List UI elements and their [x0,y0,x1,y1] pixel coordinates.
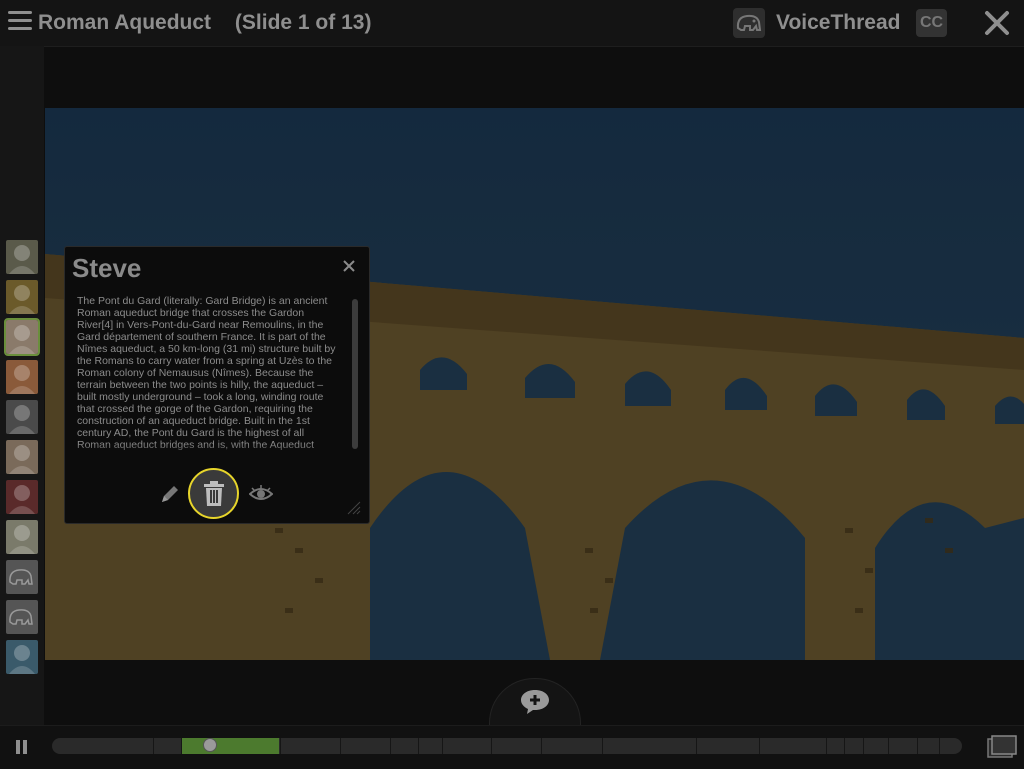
timeline[interactable] [52,738,962,754]
slide-counter: (Slide 1 of 13) [234,11,372,34]
delete-comment-button[interactable] [188,468,239,519]
slides-stack-icon[interactable] [987,735,1019,759]
avatar-6[interactable] [6,440,38,474]
resize-handle-icon[interactable] [345,499,361,515]
hamburger-menu-icon[interactable] [8,11,32,33]
view-eye-icon[interactable] [248,485,274,503]
timeline-tick [888,738,889,754]
timeline-progress [181,738,279,754]
top-bar: Roman Aqueduct (Slide 1 of 13) VoiceThre… [0,0,1024,47]
comment-popup: Steve The Pont du Gard (literally: Gard … [64,246,370,524]
comment-text-fade [75,443,345,463]
timeline-tick [844,738,845,754]
timeline-tick [153,738,154,754]
timeline-tick [917,738,918,754]
avatar-4[interactable] [6,360,38,394]
person-photo-icon [9,245,35,274]
edit-pencil-icon[interactable] [159,483,181,505]
page-title: Roman Aqueduct (Slide 1 of 13) [38,11,371,35]
pause-icon[interactable] [16,740,30,754]
comment-text: The Pont du Gard (literally: Gard Bridge… [77,295,336,451]
person-photo-icon [9,645,35,674]
elephant-icon [9,569,33,585]
app-name: VoiceThread [776,11,901,34]
close-icon[interactable] [984,9,1010,37]
avatar-2[interactable] [6,280,38,314]
presentation-title: Roman Aqueduct [38,11,212,34]
comment-scrollbar[interactable] [352,299,358,449]
elephant-icon [9,609,33,625]
timeline-tick [181,738,182,754]
avatar-steve[interactable] [4,318,40,356]
timeline-tick [390,738,391,754]
timeline-tick [541,738,542,754]
timeline-tick [602,738,603,754]
avatar-11[interactable] [6,640,38,674]
closed-captions-button[interactable]: CC [916,9,947,37]
timeline-tick [280,738,281,754]
add-comment-icon [521,690,549,714]
commenter-rail [0,46,44,726]
person-photo-icon [9,365,35,394]
timeline-tick [759,738,760,754]
timeline-tick [491,738,492,754]
timeline-tick [863,738,864,754]
person-photo-icon [9,485,35,514]
voicethread-logo-icon [733,8,765,38]
person-photo-icon [9,285,35,314]
avatar-7[interactable] [6,480,38,514]
comment-author: Steve [72,253,142,283]
trash-icon [204,481,224,506]
timeline-tick [418,738,419,754]
timeline-tick [696,738,697,754]
avatar-10[interactable] [6,600,38,634]
timeline-scrubber[interactable] [203,738,217,752]
timeline-tick [340,738,341,754]
avatar-8[interactable] [6,520,38,554]
avatar-1[interactable] [6,240,38,274]
person-photo-icon [9,525,35,554]
timeline-tick [826,738,827,754]
avatar-5[interactable] [6,400,38,434]
person-photo-icon [9,405,35,434]
playback-bar [0,725,1024,769]
popup-close-icon[interactable] [342,259,356,273]
add-comment-button[interactable] [489,678,581,725]
timeline-tick [939,738,940,754]
timeline-tick [442,738,443,754]
person-photo-icon [9,445,35,474]
avatar-9[interactable] [6,560,38,594]
person-photo-icon [9,325,35,354]
